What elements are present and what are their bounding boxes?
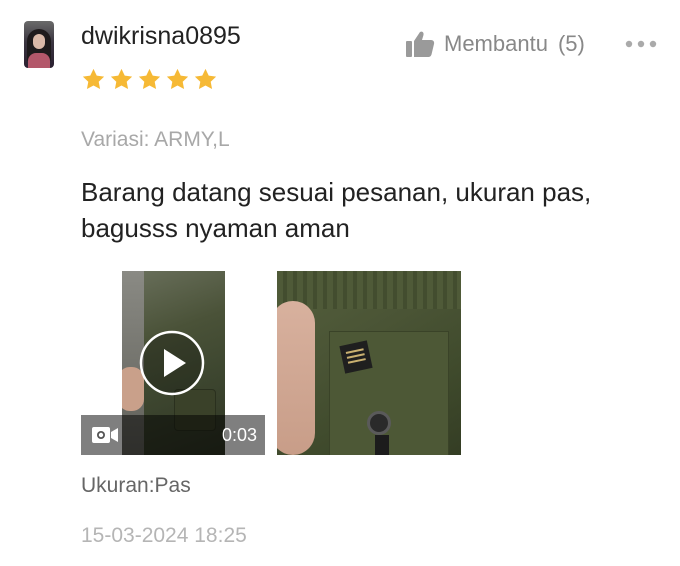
more-options-icon[interactable]	[622, 34, 662, 54]
thumb-up-icon	[406, 31, 435, 57]
star-icon	[138, 68, 161, 89]
photo-waistband	[277, 271, 461, 309]
video-duration: 0:03	[221, 425, 257, 445]
star-icon	[194, 68, 217, 89]
review-video-thumbnail[interactable]: 0:03	[81, 271, 265, 455]
helpful-button[interactable]: Membantu (5)	[405, 30, 585, 58]
photo-snap-button	[367, 411, 391, 435]
reviewer-username[interactable]: dwikrisna0895	[81, 20, 241, 52]
avatar-face	[33, 34, 45, 49]
avatar-shirt	[28, 53, 50, 68]
size-fit-label: Ukuran:Pas	[81, 474, 191, 497]
avatar[interactable]	[24, 21, 54, 68]
photo-brand-tag	[339, 340, 373, 374]
helpful-count: (5)	[557, 31, 585, 56]
star-icon	[110, 68, 133, 89]
star-icon	[166, 68, 189, 89]
review-timestamp: 15-03-2024 18:25	[81, 524, 247, 547]
helpful-label: Membantu	[444, 31, 548, 56]
photo-hand	[277, 301, 315, 455]
star-rating	[81, 67, 218, 92]
variation-label: Variasi: ARMY,L	[81, 128, 230, 151]
star-icon	[82, 68, 105, 89]
video-info-bar: 0:03	[81, 415, 265, 455]
review-text: Barang datang sesuai pesanan, ukuran pas…	[81, 177, 592, 243]
play-icon[interactable]	[139, 330, 205, 396]
video-camera-icon	[92, 427, 118, 443]
review-photo-thumbnail[interactable]	[277, 271, 461, 455]
photo-strap	[375, 435, 389, 455]
